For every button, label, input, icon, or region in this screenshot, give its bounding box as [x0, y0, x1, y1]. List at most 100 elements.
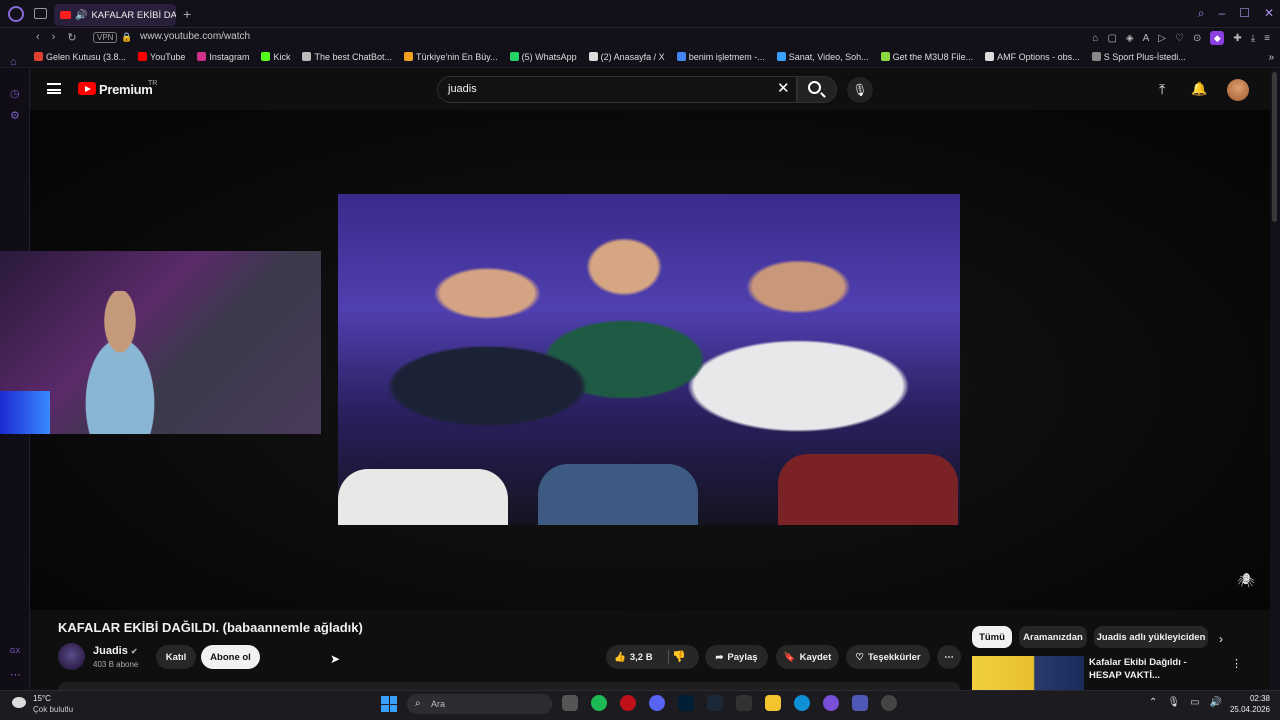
bookmark-item[interactable]: The best ChatBot...	[302, 52, 392, 62]
bookmark-item[interactable]: (5) WhatsApp	[509, 52, 577, 62]
weather-condition[interactable]: Çok bulutlu	[33, 705, 73, 714]
tray-chevron-icon[interactable]: ⌃	[1149, 697, 1157, 708]
search-icon[interactable]	[808, 81, 821, 94]
dislike-icon[interactable]: 👎	[672, 650, 686, 663]
tab-island-icon[interactable]: ▢	[1107, 33, 1116, 44]
related-more-icon[interactable]: ⋮	[1231, 657, 1242, 670]
purple-app-icon[interactable]	[823, 695, 839, 711]
bookmark-label: (2) Anasayfa / X	[600, 52, 665, 62]
sidebar-more-icon[interactable]: ⋯	[10, 668, 21, 681]
save-button[interactable]: 🔖 Kaydet	[776, 645, 839, 669]
edge-icon[interactable]	[794, 695, 810, 711]
chip-all[interactable]: Tümü	[972, 626, 1012, 648]
subscribe-button[interactable]: Abone ol	[201, 645, 260, 669]
reload-button[interactable]: ↻	[67, 31, 76, 44]
discord-icon[interactable]	[649, 695, 665, 711]
forward-button[interactable]: ›	[52, 31, 56, 44]
opera-gx-taskbar-icon[interactable]	[620, 695, 636, 711]
bookmark-item[interactable]: Get the M3U8 File...	[880, 52, 973, 62]
chip-from-uploader[interactable]: Juadis adlı yükleyiciden	[1094, 626, 1208, 648]
opera-gx-logo-icon[interactable]	[8, 6, 24, 22]
epic-games-icon[interactable]	[736, 695, 752, 711]
scrollbar-thumb[interactable]	[1272, 72, 1277, 222]
bookmark-item[interactable]: benim işletmem -...	[676, 52, 765, 62]
search-input[interactable]: juadis	[448, 83, 477, 95]
search-tabs-icon[interactable]: ⌕	[1198, 6, 1205, 21]
network-icon[interactable]: ▭	[1190, 697, 1199, 708]
search-box[interactable]	[437, 76, 797, 103]
gx-logo-icon[interactable]: GX	[10, 648, 20, 655]
clock-time[interactable]: 02:38	[1230, 694, 1270, 703]
new-tab-button[interactable]: +	[183, 6, 191, 22]
close-window-button[interactable]: ✕	[1264, 6, 1274, 21]
file-explorer-icon[interactable]	[765, 695, 781, 711]
sidebar-settings-icon[interactable]: ⚙	[10, 109, 20, 122]
tray-mic-icon[interactable]: 🎙	[1167, 697, 1180, 708]
more-actions-icon[interactable]: ⋯	[937, 645, 961, 669]
bookmark-item[interactable]: Sanat, Video, Soh...	[776, 52, 869, 62]
bookmark-item[interactable]: AMF Options - obs...	[985, 52, 1080, 62]
menu-icon[interactable]: ≡	[1264, 33, 1270, 44]
task-view-icon[interactable]	[562, 695, 578, 711]
audio-playing-icon[interactable]: 🔊	[75, 10, 87, 21]
shield-icon[interactable]: ◈	[1126, 33, 1134, 44]
translate-icon[interactable]: A	[1143, 33, 1150, 44]
player-icon[interactable]: ▷	[1158, 33, 1166, 44]
minimize-button[interactable]: –	[1218, 6, 1225, 21]
share-button[interactable]: ➦ Paylaş	[705, 645, 768, 669]
join-button[interactable]: Katıl	[156, 645, 196, 669]
camera-icon[interactable]: ⊙	[1193, 33, 1201, 44]
steam-icon[interactable]	[707, 695, 723, 711]
clear-search-icon[interactable]: ✕	[777, 79, 790, 97]
sidebar-history-icon[interactable]: ◷	[10, 87, 20, 100]
puzzle-icon[interactable]: ✚	[1233, 33, 1241, 44]
photoshop-icon[interactable]	[678, 695, 694, 711]
url-field[interactable]: www.youtube.com/watch	[140, 31, 250, 42]
bookmark-item[interactable]: Instagram	[197, 52, 249, 62]
thanks-button[interactable]: ♡ Teşekkürler	[846, 645, 930, 669]
notifications-bell-icon[interactable]: 🔔	[1191, 81, 1207, 97]
obs-icon[interactable]	[881, 695, 897, 711]
back-button[interactable]: ‹	[36, 31, 40, 44]
bookmark-item[interactable]: Türkiye'nin En Büy...	[404, 52, 498, 62]
description-box[interactable]	[58, 682, 960, 690]
youtube-logo-icon[interactable]	[78, 82, 96, 95]
browser-tab-active[interactable]: 🔊 KAFALAR EKİBİ DAĞILD	[54, 4, 176, 26]
chips-next-icon[interactable]: ›	[1219, 632, 1223, 646]
extension-active-icon[interactable]: ◆	[1210, 31, 1225, 45]
youtube-brand[interactable]: Premium	[99, 82, 153, 97]
channel-avatar[interactable]	[58, 643, 85, 670]
taskbar-search-placeholder[interactable]: Ara	[431, 699, 445, 709]
bookmark-item[interactable]: S Sport Plus-İstedi...	[1091, 52, 1186, 62]
related-video-thumbnail[interactable]	[972, 656, 1084, 690]
taskbar-search[interactable]	[407, 694, 552, 714]
chip-from-search[interactable]: Aramanızdan	[1019, 626, 1087, 648]
account-avatar[interactable]	[1227, 79, 1249, 101]
download-icon[interactable]: ⤓	[1251, 33, 1255, 44]
maximize-button[interactable]: ☐	[1239, 6, 1250, 21]
sidebar-home-icon[interactable]: ⌂	[10, 56, 17, 68]
channel-name[interactable]: Juadis ✔	[93, 645, 138, 657]
related-video-title[interactable]: Kafalar Ekibi Dağıldı - HESAP VAKTİ...	[1089, 656, 1219, 682]
weather-icon[interactable]	[12, 697, 26, 708]
bookmark-item[interactable]: Gelen Kutusu (3.8...	[34, 52, 126, 62]
workspaces-icon[interactable]	[34, 8, 47, 19]
lock-icon[interactable]: 🔒	[121, 32, 132, 43]
bookmark-item[interactable]: YouTube	[138, 52, 185, 62]
upload-icon[interactable]: ⤒	[1159, 81, 1165, 98]
bookmark-item[interactable]: Kick	[261, 52, 290, 62]
weather-temp[interactable]: 15°C	[33, 694, 51, 703]
bookmark-item[interactable]: (2) Anasayfa / X	[588, 52, 665, 62]
video-frame[interactable]	[338, 194, 960, 525]
channel-name-text[interactable]: Juadis	[93, 645, 128, 657]
hamburger-menu-icon[interactable]	[47, 83, 61, 94]
voice-search-icon[interactable]: 🎙	[847, 77, 873, 103]
spotify-icon[interactable]	[591, 695, 607, 711]
start-button[interactable]	[381, 696, 397, 712]
vpn-badge[interactable]: VPN	[93, 32, 118, 43]
teams-icon[interactable]	[852, 695, 868, 711]
snapshot-icon[interactable]: ⌂	[1092, 33, 1098, 44]
clock-date[interactable]: 25.04.2026	[1210, 705, 1270, 714]
heart-icon[interactable]: ♡	[1175, 33, 1184, 44]
bookmarks-overflow-icon[interactable]: »	[1268, 52, 1274, 63]
